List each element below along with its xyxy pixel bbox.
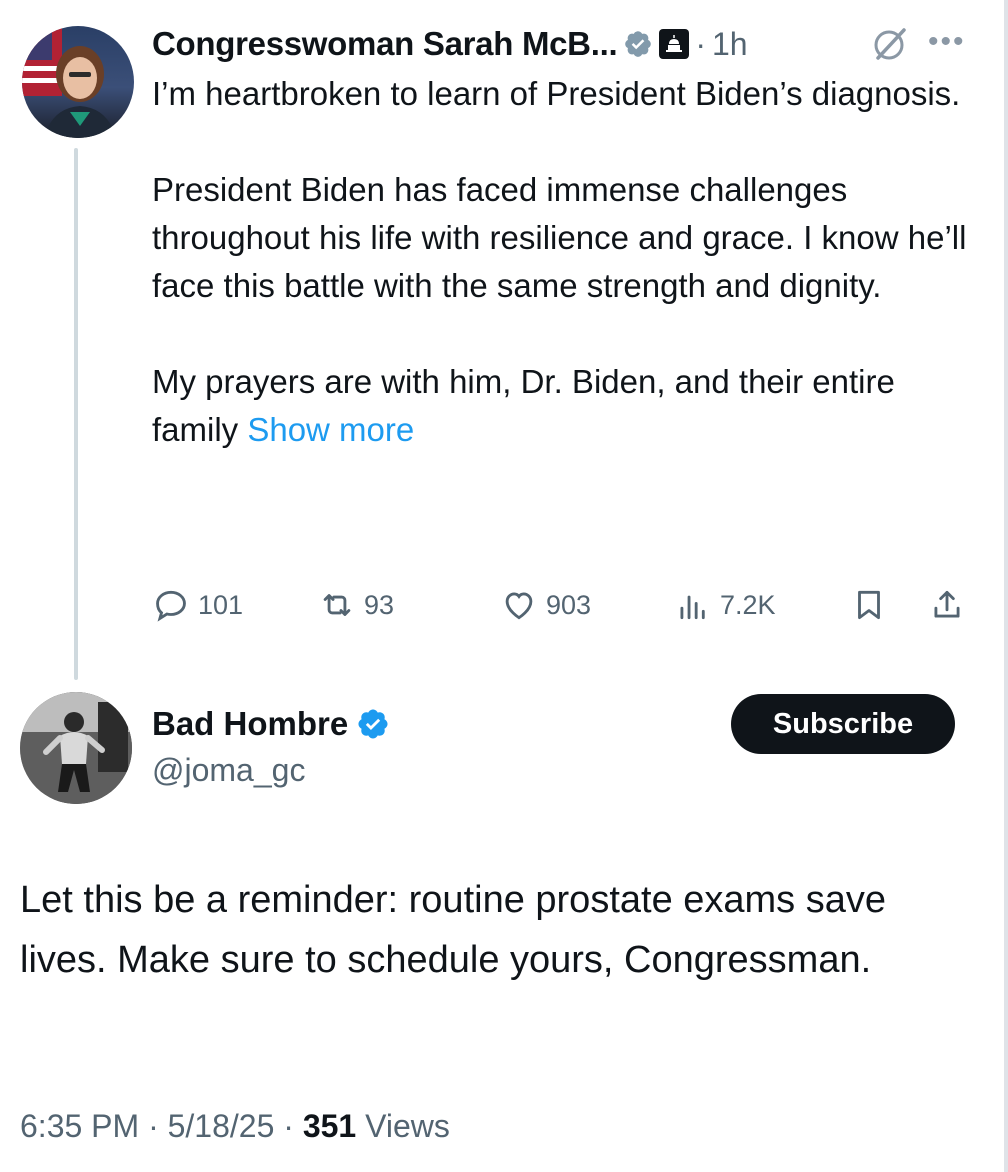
post-time[interactable]: 1h: [712, 26, 748, 63]
repost-button[interactable]: 93: [318, 582, 394, 628]
post-time[interactable]: 6:35 PM: [20, 1108, 139, 1144]
views-icon: [680, 595, 705, 620]
bookmark-button[interactable]: [850, 582, 888, 628]
repost-count: 93: [364, 589, 395, 620]
window-edge: [1004, 0, 1008, 1172]
like-count: 903: [546, 589, 592, 620]
share-button[interactable]: [928, 582, 966, 628]
quoted-post-body: I’m heartbroken to learn of President Bi…: [152, 70, 982, 454]
views-number: 351: [302, 1108, 357, 1144]
avatar[interactable]: [22, 26, 134, 138]
subscribe-button[interactable]: Subscribe: [731, 694, 955, 754]
main-post-author: Bad Hombre: [152, 700, 390, 748]
separator-dot: ·: [283, 1108, 294, 1144]
post-date[interactable]: 5/18/25: [168, 1108, 275, 1144]
reply-button[interactable]: 101: [152, 582, 243, 628]
views-button[interactable]: 7.2K: [674, 582, 776, 628]
views-count: 7.2K: [720, 589, 776, 620]
verified-blue-icon: [358, 709, 388, 739]
author-name[interactable]: Bad Hombre: [152, 705, 348, 743]
avatar-portrait: [22, 26, 116, 138]
more-icon[interactable]: •••: [928, 22, 966, 62]
author-name[interactable]: Congresswoman Sarah McB...: [152, 25, 618, 63]
views-label: Views: [365, 1108, 450, 1144]
avatar-photo: [20, 692, 132, 804]
post-text: I’m heartbroken to learn of President Bi…: [152, 75, 967, 448]
thread-line: [74, 148, 78, 680]
separator-dot: ·: [695, 25, 706, 62]
bookmark-icon: [858, 590, 880, 620]
like-icon: [505, 592, 533, 620]
author-handle[interactable]: @joma_gc: [152, 752, 305, 789]
share-icon: [934, 590, 960, 618]
show-more-link[interactable]: Show more: [247, 411, 414, 448]
like-button[interactable]: 903: [500, 582, 591, 628]
main-post-body: Let this be a reminder: routine prostate…: [20, 879, 887, 981]
verified-grey-icon: [625, 31, 652, 57]
reply-count: 101: [198, 589, 244, 620]
post-meta: 6:35 PM · 5/18/25 · 351 Views: [20, 1108, 450, 1145]
grok-icon[interactable]: [870, 24, 910, 64]
repost-icon: [323, 594, 351, 616]
avatar[interactable]: [20, 692, 132, 804]
government-tag-icon: [659, 29, 690, 59]
separator-dot: ·: [148, 1108, 159, 1144]
quoted-post-header: Congresswoman Sarah McB... · 1h: [152, 20, 748, 68]
action-bar: 101 93 903 7.2K: [152, 582, 982, 628]
reply-icon: [156, 590, 186, 622]
